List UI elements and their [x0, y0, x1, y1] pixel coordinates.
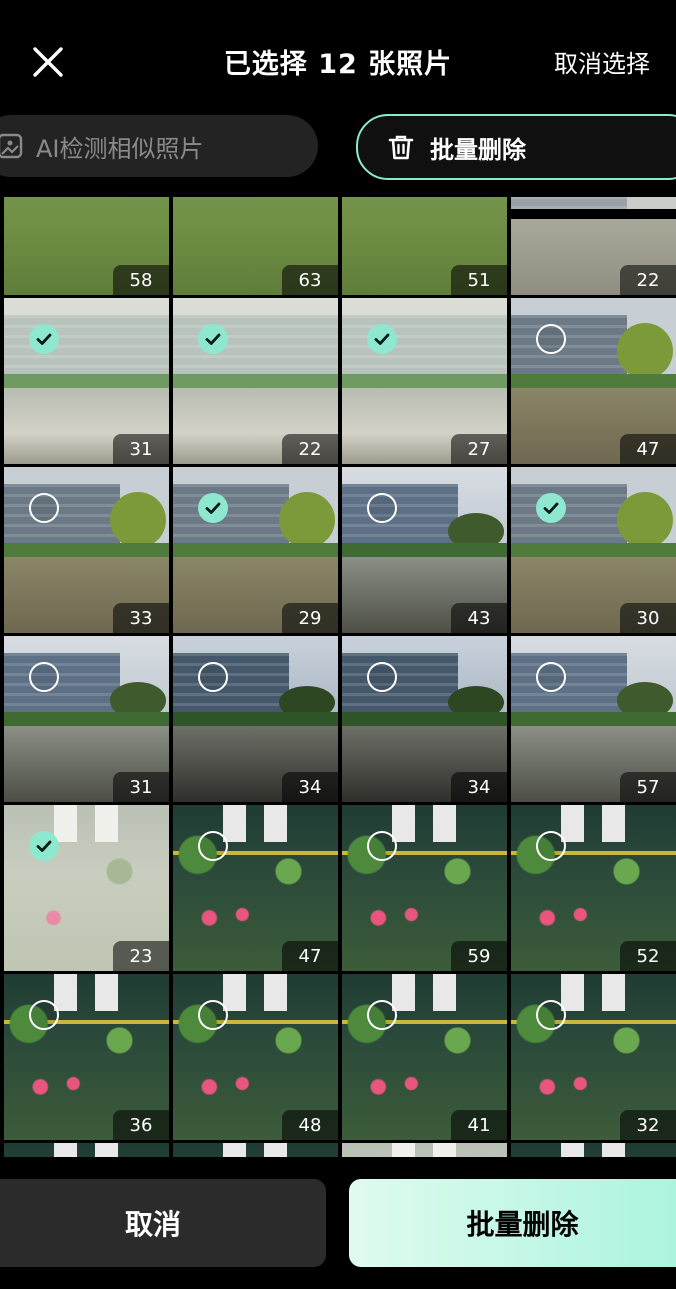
deselect-button[interactable]: 取消选择: [554, 44, 650, 79]
photo-tile[interactable]: 36: [4, 974, 169, 1140]
photo-tile[interactable]: 43: [342, 467, 507, 633]
photo-tile[interactable]: 31: [4, 636, 169, 802]
photo-tile[interactable]: 52: [511, 805, 676, 971]
photo-tile[interactable]: 63: [173, 197, 338, 295]
photo-tile[interactable]: 29: [173, 467, 338, 633]
photo-count-badge: 63: [282, 265, 338, 295]
photo-tile[interactable]: 47: [511, 298, 676, 464]
photo-tile[interactable]: 22: [511, 197, 676, 295]
select-circle-icon[interactable]: [536, 324, 566, 354]
ai-detect-similar-button[interactable]: AI检测相似照片: [0, 115, 318, 177]
photo-count-badge: 52: [620, 941, 676, 971]
photo-count-badge: 34: [282, 772, 338, 802]
checkmark-icon[interactable]: [198, 493, 228, 523]
photo-tile[interactable]: 34: [173, 636, 338, 802]
photo-count-badge: 33: [113, 603, 169, 633]
select-circle-icon[interactable]: [536, 831, 566, 861]
ai-detect-label: AI检测相似照片: [36, 134, 204, 163]
photo-count-badge: 31: [113, 434, 169, 464]
batch-delete-button[interactable]: 批量删除: [349, 1179, 676, 1267]
photo-tile[interactable]: 23: [4, 805, 169, 971]
photo-tile[interactable]: 47: [173, 805, 338, 971]
select-circle-icon[interactable]: [198, 1000, 228, 1030]
photo-count-badge: 47: [620, 434, 676, 464]
photo-tile[interactable]: 59: [342, 805, 507, 971]
photo-tile[interactable]: 41: [342, 974, 507, 1140]
checkmark-icon[interactable]: [198, 324, 228, 354]
select-circle-icon[interactable]: [367, 662, 397, 692]
select-circle-icon[interactable]: [29, 493, 59, 523]
image-icon: [0, 133, 23, 159]
photo-tile[interactable]: 22: [173, 298, 338, 464]
batch-delete-chip-label: 批量删除: [430, 135, 526, 164]
photo-thumbnail: [4, 1143, 169, 1157]
photo-tile[interactable]: [4, 1143, 169, 1157]
cancel-button[interactable]: 取消: [0, 1179, 326, 1267]
photo-count-badge: 22: [282, 434, 338, 464]
photo-tile[interactable]: [173, 1143, 338, 1157]
checkmark-icon[interactable]: [367, 324, 397, 354]
photo-count-badge: 51: [451, 265, 507, 295]
top-bar: 已选择 12 张照片 取消选择: [0, 0, 676, 120]
photo-tile[interactable]: 48: [173, 974, 338, 1140]
photo-thumbnail: [342, 1143, 507, 1157]
photo-count-badge: 57: [620, 772, 676, 802]
photo-count-badge: 59: [451, 941, 507, 971]
batch-delete-chip[interactable]: 批量删除: [356, 114, 676, 180]
select-circle-icon[interactable]: [367, 831, 397, 861]
photo-tile[interactable]: 34: [342, 636, 507, 802]
select-circle-icon[interactable]: [536, 662, 566, 692]
bottom-bar: 取消 批量删除: [0, 1160, 676, 1289]
checkmark-icon[interactable]: [29, 831, 59, 861]
photo-tile[interactable]: 33: [4, 467, 169, 633]
select-circle-icon[interactable]: [367, 493, 397, 523]
photo-count-badge: 30: [620, 603, 676, 633]
photo-count-badge: 43: [451, 603, 507, 633]
photo-tile[interactable]: 27: [342, 298, 507, 464]
select-circle-icon[interactable]: [536, 1000, 566, 1030]
photo-tile[interactable]: [342, 1143, 507, 1157]
photo-count-badge: 58: [113, 265, 169, 295]
select-circle-icon[interactable]: [367, 1000, 397, 1030]
trash-icon: [388, 135, 414, 160]
photo-tile[interactable]: 31: [4, 298, 169, 464]
photo-count-badge: 36: [113, 1110, 169, 1140]
photo-tile[interactable]: 58: [4, 197, 169, 295]
photo-tile[interactable]: 32: [511, 974, 676, 1140]
checkmark-icon[interactable]: [29, 324, 59, 354]
photo-count-badge: 27: [451, 434, 507, 464]
select-circle-icon[interactable]: [29, 662, 59, 692]
photo-count-badge: 23: [113, 941, 169, 971]
photo-count-badge: 32: [620, 1110, 676, 1140]
photo-tile[interactable]: 30: [511, 467, 676, 633]
photo-grid: 58 63 51 22 31 22 27 47 33 29 43 30 31 34 34 57 23 47 59 52…: [0, 197, 676, 1157]
photo-tile[interactable]: 57: [511, 636, 676, 802]
photo-tile[interactable]: [511, 1143, 676, 1157]
photo-count-badge: 48: [282, 1110, 338, 1140]
checkmark-icon[interactable]: [536, 493, 566, 523]
photo-thumbnail: [173, 1143, 338, 1157]
select-circle-icon[interactable]: [29, 1000, 59, 1030]
photo-tile[interactable]: 51: [342, 197, 507, 295]
photo-count-badge: 31: [113, 772, 169, 802]
photo-count-badge: 47: [282, 941, 338, 971]
photo-count-badge: 41: [451, 1110, 507, 1140]
photo-thumbnail: [511, 1143, 676, 1157]
photo-count-badge: 29: [282, 603, 338, 633]
photo-count-badge: 22: [620, 265, 676, 295]
select-circle-icon[interactable]: [198, 831, 228, 861]
select-circle-icon[interactable]: [198, 662, 228, 692]
photo-count-badge: 34: [451, 772, 507, 802]
